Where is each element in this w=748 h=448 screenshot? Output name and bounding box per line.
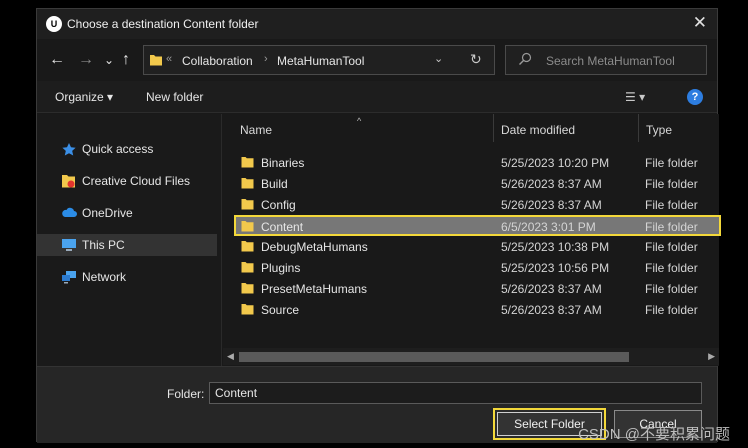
up-arrow-icon[interactable]: ↑ (122, 50, 130, 70)
file-type: File folder (645, 156, 698, 170)
file-type: File folder (645, 198, 698, 212)
file-name: Source (261, 303, 300, 317)
file-date-modified: 5/26/2023 8:37 AM (501, 303, 602, 317)
file-name: Config (261, 198, 296, 212)
breadcrumb-overflow-icon[interactable]: « (166, 53, 172, 65)
new-folder-button[interactable]: New folder (146, 90, 203, 104)
forward-arrow-icon[interactable]: → (78, 50, 94, 70)
help-icon[interactable]: ? (687, 89, 703, 105)
folder-icon (150, 55, 162, 66)
folder-icon (241, 262, 254, 273)
sidebar-item-label: Creative Cloud Files (82, 174, 191, 188)
file-row[interactable]: Binaries 5/25/2023 10:20 PM File folder (235, 152, 719, 173)
file-name: Build (261, 177, 288, 191)
sidebar-item-quick-access[interactable]: Quick access (37, 138, 217, 160)
folder-icon (241, 157, 254, 168)
folder-picker-dialog: U Choose a destination Content folder ✕ … (36, 8, 721, 443)
column-header-label: Date modified (501, 123, 576, 137)
sidebar-item-label: Quick access (82, 142, 154, 156)
file-row[interactable]: Source 5/26/2023 8:37 AM File folder (235, 299, 719, 320)
breadcrumb-metahumantool[interactable]: MetaHumanTool (277, 54, 364, 68)
pane-splitter[interactable] (221, 114, 222, 366)
horizontal-scrollbar[interactable]: ◀ ▶ (223, 348, 719, 365)
scroll-left-icon[interactable]: ◀ (227, 351, 234, 362)
cloud-icon (62, 207, 77, 217)
column-header-date-modified[interactable]: Date modified (494, 114, 639, 142)
sort-ascending-icon: ^ (357, 116, 362, 126)
file-list: Name ^ Date modified Type Binaries 5/25/2… (223, 114, 721, 366)
folder-icon (241, 178, 254, 189)
file-row[interactable]: Content 6/5/2023 3:01 PM File folder (234, 215, 721, 236)
file-type: File folder (645, 177, 698, 191)
file-date-modified: 5/25/2023 10:20 PM (501, 156, 610, 170)
file-name: PresetMetaHumans (261, 282, 368, 296)
refresh-icon[interactable]: ↻ (470, 51, 482, 68)
file-date-modified: 5/25/2023 10:56 PM (501, 261, 610, 275)
file-date-modified: 5/26/2023 8:37 AM (501, 282, 602, 296)
breadcrumb-collaboration[interactable]: Collaboration (182, 54, 253, 68)
sidebar-item-onedrive[interactable]: OneDrive (37, 202, 217, 224)
computer-icon (62, 239, 76, 251)
network-icon (62, 271, 76, 284)
sidebar-item-this-pc[interactable]: This PC (37, 234, 217, 256)
file-type: File folder (645, 240, 698, 254)
search-placeholder: Search MetaHumanTool (546, 54, 675, 68)
creative-cloud-icon (62, 175, 75, 188)
folder-icon (241, 241, 254, 252)
file-date-modified: 5/26/2023 8:37 AM (501, 177, 602, 191)
address-bar[interactable]: « Collaboration › MetaHumanTool ⌄ ↻ (143, 45, 495, 75)
sidebar-item-creative-cloud-files[interactable]: Creative Cloud Files (37, 170, 217, 192)
command-toolbar: Organize ▾ New folder ☰ ▾ ? (37, 81, 717, 113)
view-options-icon[interactable]: ☰ ▾ (625, 90, 645, 104)
file-type: File folder (645, 220, 698, 234)
file-name: Content (261, 220, 304, 234)
sidebar-item-label: OneDrive (82, 206, 133, 220)
recent-locations-chevron-icon[interactable]: ⌄ (104, 50, 114, 70)
sidebar-item-network[interactable]: Network (37, 266, 217, 288)
title-bar: U Choose a destination Content folder ✕ (37, 9, 717, 39)
column-header-label: Type (646, 123, 673, 137)
sidebar-item-label: This PC (82, 238, 125, 252)
back-arrow-icon[interactable]: ← (49, 50, 65, 70)
file-row[interactable]: Config 5/26/2023 8:37 AM File folder (235, 194, 719, 215)
organize-button[interactable]: Organize ▾ (55, 90, 113, 104)
folder-icon (241, 304, 254, 315)
dialog-title: Choose a destination Content folder (67, 17, 259, 31)
unreal-logo-icon: U (46, 16, 62, 32)
file-row[interactable]: Plugins 5/25/2023 10:56 PM File folder (235, 257, 719, 278)
folder-name-input[interactable] (209, 382, 702, 404)
breadcrumb-separator-icon[interactable]: › (264, 53, 268, 65)
star-icon (62, 143, 76, 156)
file-type: File folder (645, 303, 698, 317)
column-header-name[interactable]: Name ^ (223, 114, 494, 142)
file-type: File folder (645, 282, 698, 296)
folder-icon (241, 199, 254, 210)
search-icon (519, 52, 532, 65)
column-header-type[interactable]: Type (639, 114, 719, 142)
folder-icon (241, 283, 254, 294)
close-icon[interactable]: ✕ (693, 13, 707, 33)
file-date-modified: 5/25/2023 10:38 PM (501, 240, 610, 254)
file-date-modified: 6/5/2023 3:01 PM (501, 220, 596, 234)
file-row[interactable]: PresetMetaHumans 5/26/2023 8:37 AM File fo… (235, 278, 719, 299)
file-name: Plugins (261, 261, 301, 275)
file-name: DebugMetaHumans (261, 240, 368, 254)
navigation-pane: Quick access Creative Cloud Files OneDri… (37, 114, 221, 366)
file-type: File folder (645, 261, 698, 275)
search-box[interactable]: Search MetaHumanTool (505, 45, 707, 75)
file-date-modified: 5/26/2023 8:37 AM (501, 198, 602, 212)
watermark: CSDN @不要积累问题 (578, 426, 730, 443)
folder-icon (241, 221, 254, 232)
scrollbar-thumb[interactable] (239, 352, 629, 362)
file-name: Binaries (261, 156, 305, 170)
sidebar-item-label: Network (82, 270, 127, 284)
address-dropdown-icon[interactable]: ⌄ (434, 52, 443, 65)
scroll-right-icon[interactable]: ▶ (708, 351, 715, 362)
column-header-label: Name (240, 123, 273, 137)
file-row[interactable]: DebugMetaHumans 5/25/2023 10:38 PM File fo… (235, 236, 719, 257)
folder-label: Folder: (167, 387, 205, 401)
file-row[interactable]: Build 5/26/2023 8:37 AM File folder (235, 173, 719, 194)
navigation-bar: ← → ⌄ ↑ « Collaboration › MetaHumanTool … (37, 40, 717, 80)
